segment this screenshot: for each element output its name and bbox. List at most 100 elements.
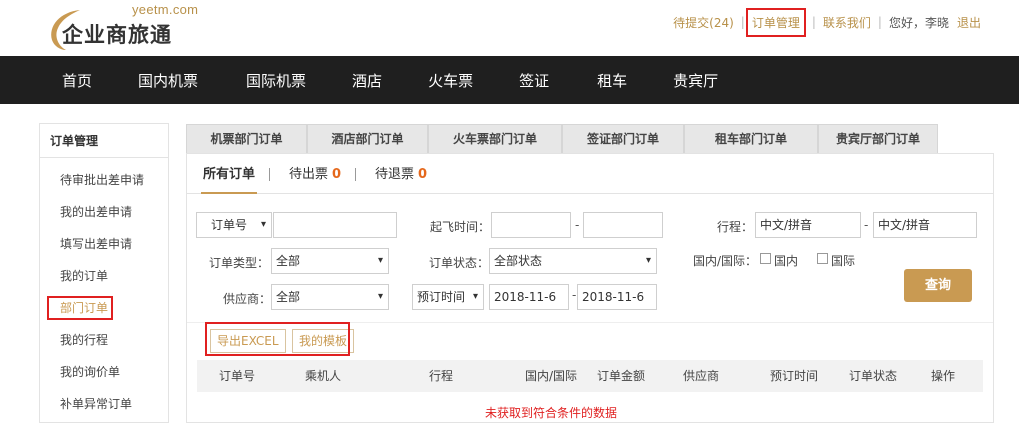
sidebar-title: 订单管理 [40,124,168,158]
nav-item-intl-flights[interactable]: 国际机票 [246,70,306,91]
range-dash: - [572,288,577,302]
column-header: 乘机人 [305,369,342,383]
route-to-input[interactable]: 中文/拼音 [873,212,977,238]
sidebar-item-label: 部门订单 [46,296,114,320]
tab-label: 待退票 [375,167,415,182]
route-label: 行程： [717,220,754,234]
top-links: 待提交(24) | 订单管理 | 联系我们 | 您好，李晓 退出 [673,7,981,37]
column-header: 国内/国际 [525,369,578,383]
sidebar-item-label: 待审批出差申请 [60,173,145,187]
domestic-intl-label: 国内/国际： [693,254,758,268]
sidebar-item-label: 补单异常订单 [60,397,133,411]
column-header: 操作 [931,369,956,383]
logo[interactable]: yeetm.com 企业商旅通 [46,2,206,52]
booking-from-input[interactable]: 2018-11-6 [489,284,569,310]
sidebar-item-label: 我的订单 [60,269,109,283]
supplier-label: 供应商： [223,292,272,306]
sidebar-item-dept-orders[interactable]: 部门订单 [40,292,168,324]
separator [355,168,356,181]
column-header: 订单号 [219,369,256,383]
tab-pending-ticket[interactable]: 待出票 0 [289,154,341,194]
orders-panel: 所有订单 待出票0 待退票0 订单号 起飞时间： - 行程： 中文/拼音 - 中… [186,153,994,423]
contact-us-link[interactable]: 联系我们 [823,14,871,31]
tab-pending-refund[interactable]: 待退票 0 [375,154,427,194]
departure-from-input[interactable] [491,212,571,238]
sidebar: 订单管理 待审批出差申请 我的出差申请 填写出差申请 我的订单 部门订单 我的行… [39,123,169,423]
sidebar-item-label: 我的询价单 [60,365,121,379]
sidebar-item-label: 我的出差申请 [60,205,133,219]
order-management-link[interactable]: 订单管理 [745,7,806,37]
column-header: 供应商 [683,369,720,383]
order-no-input[interactable] [273,212,397,238]
header: yeetm.com 企业商旅通 待提交(24) | 订单管理 | 联系我们 | … [0,0,1019,56]
range-dash: - [864,218,869,232]
nav-item-hotel[interactable]: 酒店 [352,70,382,91]
logout-link[interactable]: 退出 [957,14,981,31]
order-no-select-value: 订单号 [210,218,247,232]
empty-table-message: 未获取到符合条件的数据 [485,406,618,420]
range-dash: - [575,218,580,232]
sidebar-item-my-orders[interactable]: 我的订单 [40,260,168,292]
booking-time-select-value: 预订时间 [417,290,466,304]
separator: | [740,15,745,29]
order-status-label: 订单状态： [429,256,490,270]
status-tabs: 所有订单 待出票 0 待退票 0 [187,154,993,194]
column-header: 预订时间 [770,369,819,383]
nav-item-domestic-flights[interactable]: 国内机票 [138,70,198,91]
nav-item-train[interactable]: 火车票 [428,70,473,91]
nav-item-vip-lounge[interactable]: 贵宾厅 [673,70,718,91]
pending-refund-count: 0 [418,167,428,182]
tab-flight-dept-orders[interactable]: 机票部门订单 [186,124,307,153]
domestic-checkbox[interactable] [760,253,771,264]
sidebar-item-supplement-orders[interactable]: 补单异常订单 [40,388,168,420]
orders-table-header: 订单号 乘机人 行程 国内/国际 订单金额 供应商 预订时间 订单状态 操作 [197,360,983,392]
sidebar-item-my-trip-requests[interactable]: 我的出差申请 [40,196,168,228]
departure-to-input[interactable] [583,212,663,238]
route-from-input[interactable]: 中文/拼音 [755,212,861,238]
sidebar-item-label: 填写出差申请 [60,237,133,251]
nav-item-car-rental[interactable]: 租车 [597,70,627,91]
nav-item-visa[interactable]: 签证 [519,70,549,91]
greeting-text: 您好，李晓 [888,15,949,30]
main-nav: 首页 国内机票 国际机票 酒店 火车票 签证 租车 贵宾厅 [0,56,1019,104]
nav-item-home[interactable]: 首页 [62,70,92,91]
order-type-value: 全部 [276,254,301,268]
highlight-box [205,322,350,356]
departure-time-label: 起飞时间： [430,220,491,234]
order-type-select[interactable]: 全部 [271,248,389,274]
sidebar-item-pending-approval[interactable]: 待审批出差申请 [40,164,168,196]
tab-vip-dept-orders[interactable]: 贵宾厅部门订单 [818,124,938,153]
order-type-label: 订单类型： [209,256,270,270]
tab-label: 待出票 [289,167,329,182]
tab-visa-dept-orders[interactable]: 签证部门订单 [562,124,684,153]
dept-tabs: 机票部门订单 酒店部门订单 火车票部门订单 签证部门订单 租车部门订单 贵宾厅部… [186,124,938,153]
pending-ticket-count: 0 [332,167,342,182]
booking-to-input[interactable]: 2018-11-6 [577,284,657,310]
sidebar-item-my-itinerary[interactable]: 我的行程 [40,324,168,356]
tab-all-orders[interactable]: 所有订单 [201,154,258,194]
logo-domain: yeetm.com [132,2,199,17]
tab-train-dept-orders[interactable]: 火车票部门订单 [428,124,562,153]
supplier-value: 全部 [276,290,301,304]
tab-label: 所有订单 [203,167,256,182]
query-button[interactable]: 查询 [904,269,972,302]
sidebar-item-my-inquiries[interactable]: 我的询价单 [40,356,168,388]
sidebar-item-new-trip-request[interactable]: 填写出差申请 [40,228,168,260]
order-no-select[interactable]: 订单号 [196,212,272,238]
separator [269,168,270,181]
tab-hotel-dept-orders[interactable]: 酒店部门订单 [307,124,428,153]
order-status-value: 全部状态 [494,254,543,268]
intl-checkbox[interactable] [817,253,828,264]
intl-option-label: 国际 [831,254,856,268]
domestic-option-label: 国内 [774,254,799,268]
tab-car-dept-orders[interactable]: 租车部门订单 [684,124,818,153]
logo-name: 企业商旅通 [62,23,172,47]
order-status-select[interactable]: 全部状态 [489,248,657,274]
supplier-select[interactable]: 全部 [271,284,389,310]
separator: | [811,15,816,29]
column-header: 订单状态 [849,369,898,383]
column-header: 行程 [429,369,454,383]
pending-submit-link[interactable]: 待提交(24) [673,14,734,31]
booking-time-select[interactable]: 预订时间 [412,284,484,310]
column-header: 订单金额 [597,369,646,383]
